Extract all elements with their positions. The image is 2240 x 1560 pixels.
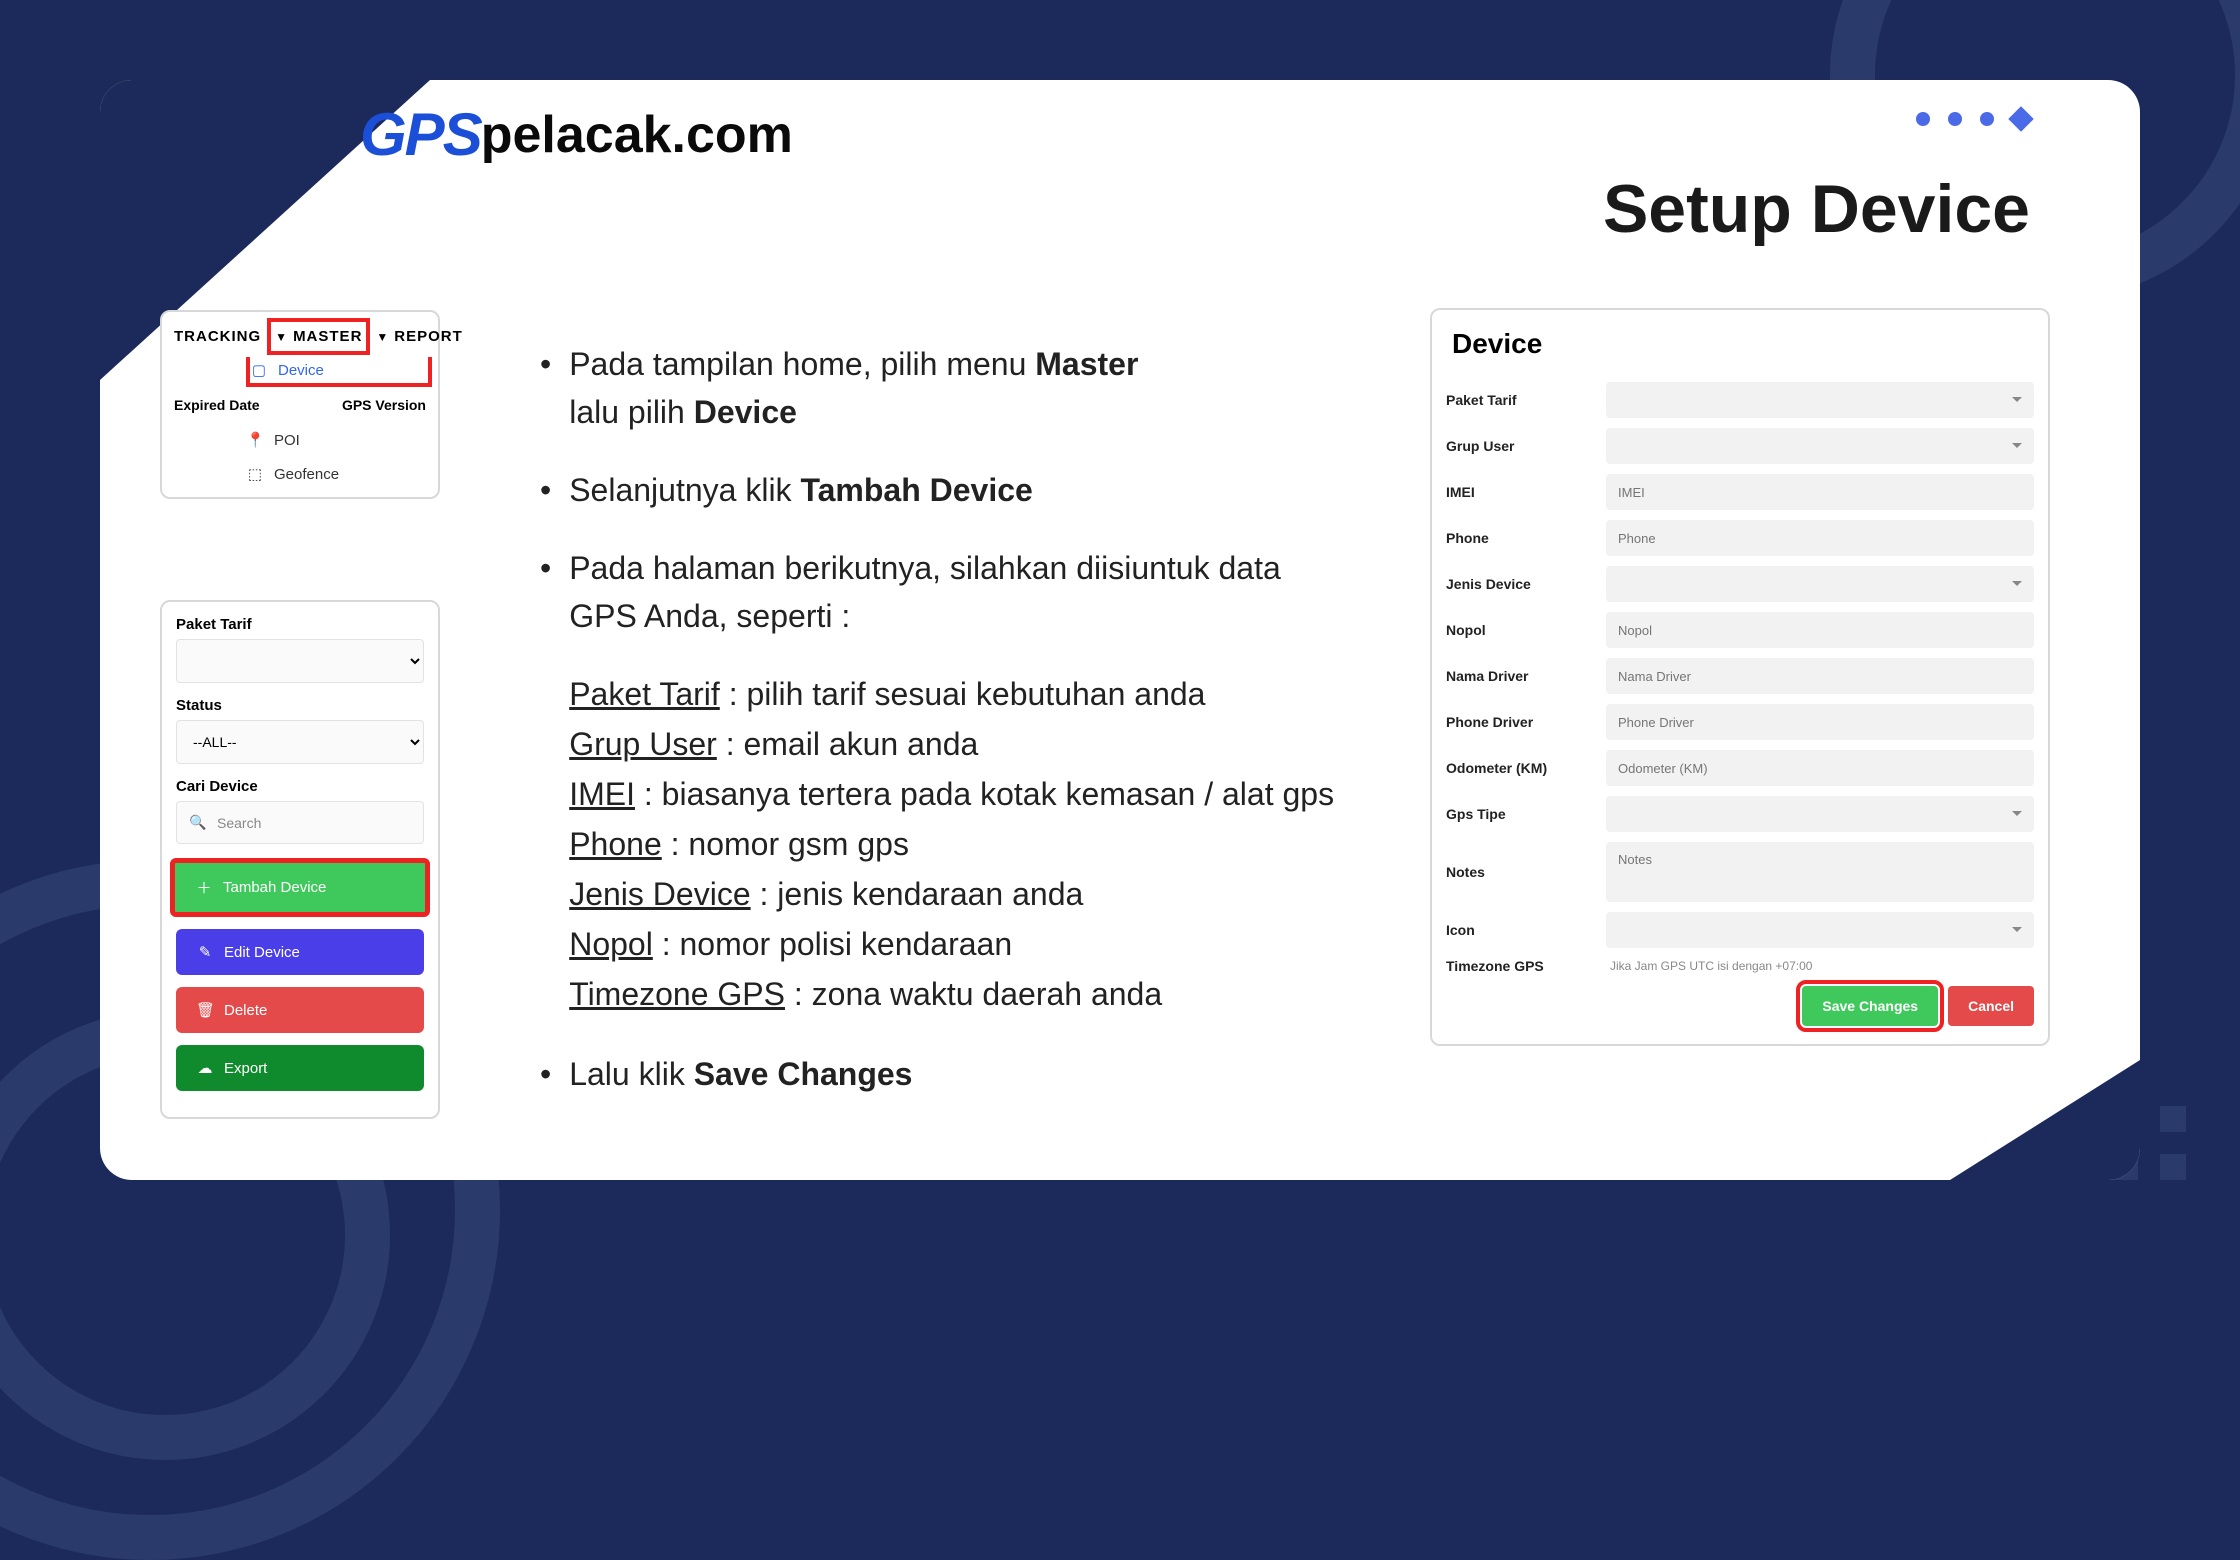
brand-logo: GPSpelacak.com	[360, 100, 793, 169]
icon-select[interactable]	[1606, 912, 2034, 948]
col-gps-version: GPS Version	[342, 397, 426, 413]
notes-textarea[interactable]	[1606, 842, 2034, 902]
tools-screenshot: Paket Tarif Status --ALL-- Cari Device 🔍…	[160, 600, 440, 1119]
menu-item-geofence[interactable]: ⬚Geofence	[246, 457, 432, 491]
cancel-button[interactable]: Cancel	[1948, 986, 2034, 1026]
search-label: Cari Device	[176, 778, 424, 795]
delete-button[interactable]: 🗑Delete	[176, 987, 424, 1033]
field-label: Gps Tipe	[1446, 806, 1606, 822]
caret-down-icon: ▼	[376, 330, 389, 344]
geofence-icon: ⬚	[246, 465, 264, 483]
status-select[interactable]: --ALL--	[176, 720, 424, 764]
device-icon: ▢	[250, 361, 268, 379]
menu-item-poi[interactable]: 📍POI	[246, 423, 432, 457]
nama-driver-input[interactable]	[1606, 658, 2034, 694]
trash-icon: 🗑	[196, 1001, 214, 1019]
pencil-icon: ✎	[196, 943, 214, 961]
tab-tracking[interactable]: TRACKING	[168, 318, 267, 355]
field-label: Paket Tarif	[1446, 392, 1606, 408]
menu-screenshot: TRACKING ▼MASTER ▼REPORT ▢Device Expired…	[160, 310, 440, 499]
plus-icon: ＋	[195, 877, 213, 898]
tab-report[interactable]: ▼REPORT	[370, 318, 468, 355]
paket-select[interactable]	[176, 639, 424, 683]
field-label: Phone Driver	[1446, 714, 1606, 730]
export-button[interactable]: ☁Export	[176, 1045, 424, 1091]
diamond-icon	[2008, 106, 2033, 131]
logo-gps: GPS	[360, 100, 481, 169]
jenis-device-select[interactable]	[1606, 566, 2034, 602]
status-label: Status	[176, 697, 424, 714]
caret-down-icon: ▼	[275, 330, 288, 344]
field-label: IMEI	[1446, 484, 1606, 500]
timezone-hint: Jika Jam GPS UTC isi dengan +07:00	[1606, 959, 2034, 973]
add-device-button[interactable]: ＋Tambah Device	[170, 858, 430, 917]
dot-icon	[1916, 112, 1930, 126]
field-label: Nopol	[1446, 622, 1606, 638]
field-label: Grup User	[1446, 438, 1606, 454]
grup-user-select[interactable]	[1606, 428, 2034, 464]
gps-tipe-select[interactable]	[1606, 796, 2034, 832]
menu-item-device[interactable]: ▢Device	[246, 357, 432, 387]
odometer-input[interactable]	[1606, 750, 2034, 786]
nopol-input[interactable]	[1606, 612, 2034, 648]
dot-icon	[1980, 112, 1994, 126]
save-changes-button[interactable]: Save Changes	[1802, 986, 1938, 1026]
field-label: Icon	[1446, 922, 1606, 938]
device-form-screenshot: Device Paket Tarif Grup User IMEI Phone …	[1430, 308, 2050, 1046]
field-label: Nama Driver	[1446, 668, 1606, 684]
slide-card: GPSpelacak.com Setup Device TRACKING ▼MA…	[100, 80, 2140, 1180]
instructions: Pada tampilan home, pilih menu Masterlal…	[540, 340, 1400, 1128]
field-label: Phone	[1446, 530, 1606, 546]
search-icon: 🔍	[189, 814, 207, 831]
bg-decoration	[1950, 1060, 2140, 1180]
field-label: Timezone GPS	[1446, 958, 1606, 974]
cloud-download-icon: ☁	[196, 1059, 214, 1077]
search-input[interactable]: 🔍Search	[176, 801, 424, 844]
phone-driver-input[interactable]	[1606, 704, 2034, 740]
paket-tarif-select[interactable]	[1606, 382, 2034, 418]
dot-icon	[1948, 112, 1962, 126]
form-title: Device	[1446, 328, 2034, 360]
edit-device-button[interactable]: ✎Edit Device	[176, 929, 424, 975]
pin-icon: 📍	[246, 431, 264, 449]
field-label: Odometer (KM)	[1446, 760, 1606, 776]
phone-input[interactable]	[1606, 520, 2034, 556]
col-expired: Expired Date	[174, 397, 260, 413]
slide-dots	[1916, 110, 2030, 128]
field-label: Notes	[1446, 864, 1606, 880]
imei-input[interactable]	[1606, 474, 2034, 510]
page-title: Setup Device	[1603, 170, 2030, 248]
logo-text: pelacak.com	[481, 105, 793, 165]
tab-master[interactable]: ▼MASTER	[267, 318, 370, 355]
paket-label: Paket Tarif	[176, 616, 424, 633]
field-label: Jenis Device	[1446, 576, 1606, 592]
